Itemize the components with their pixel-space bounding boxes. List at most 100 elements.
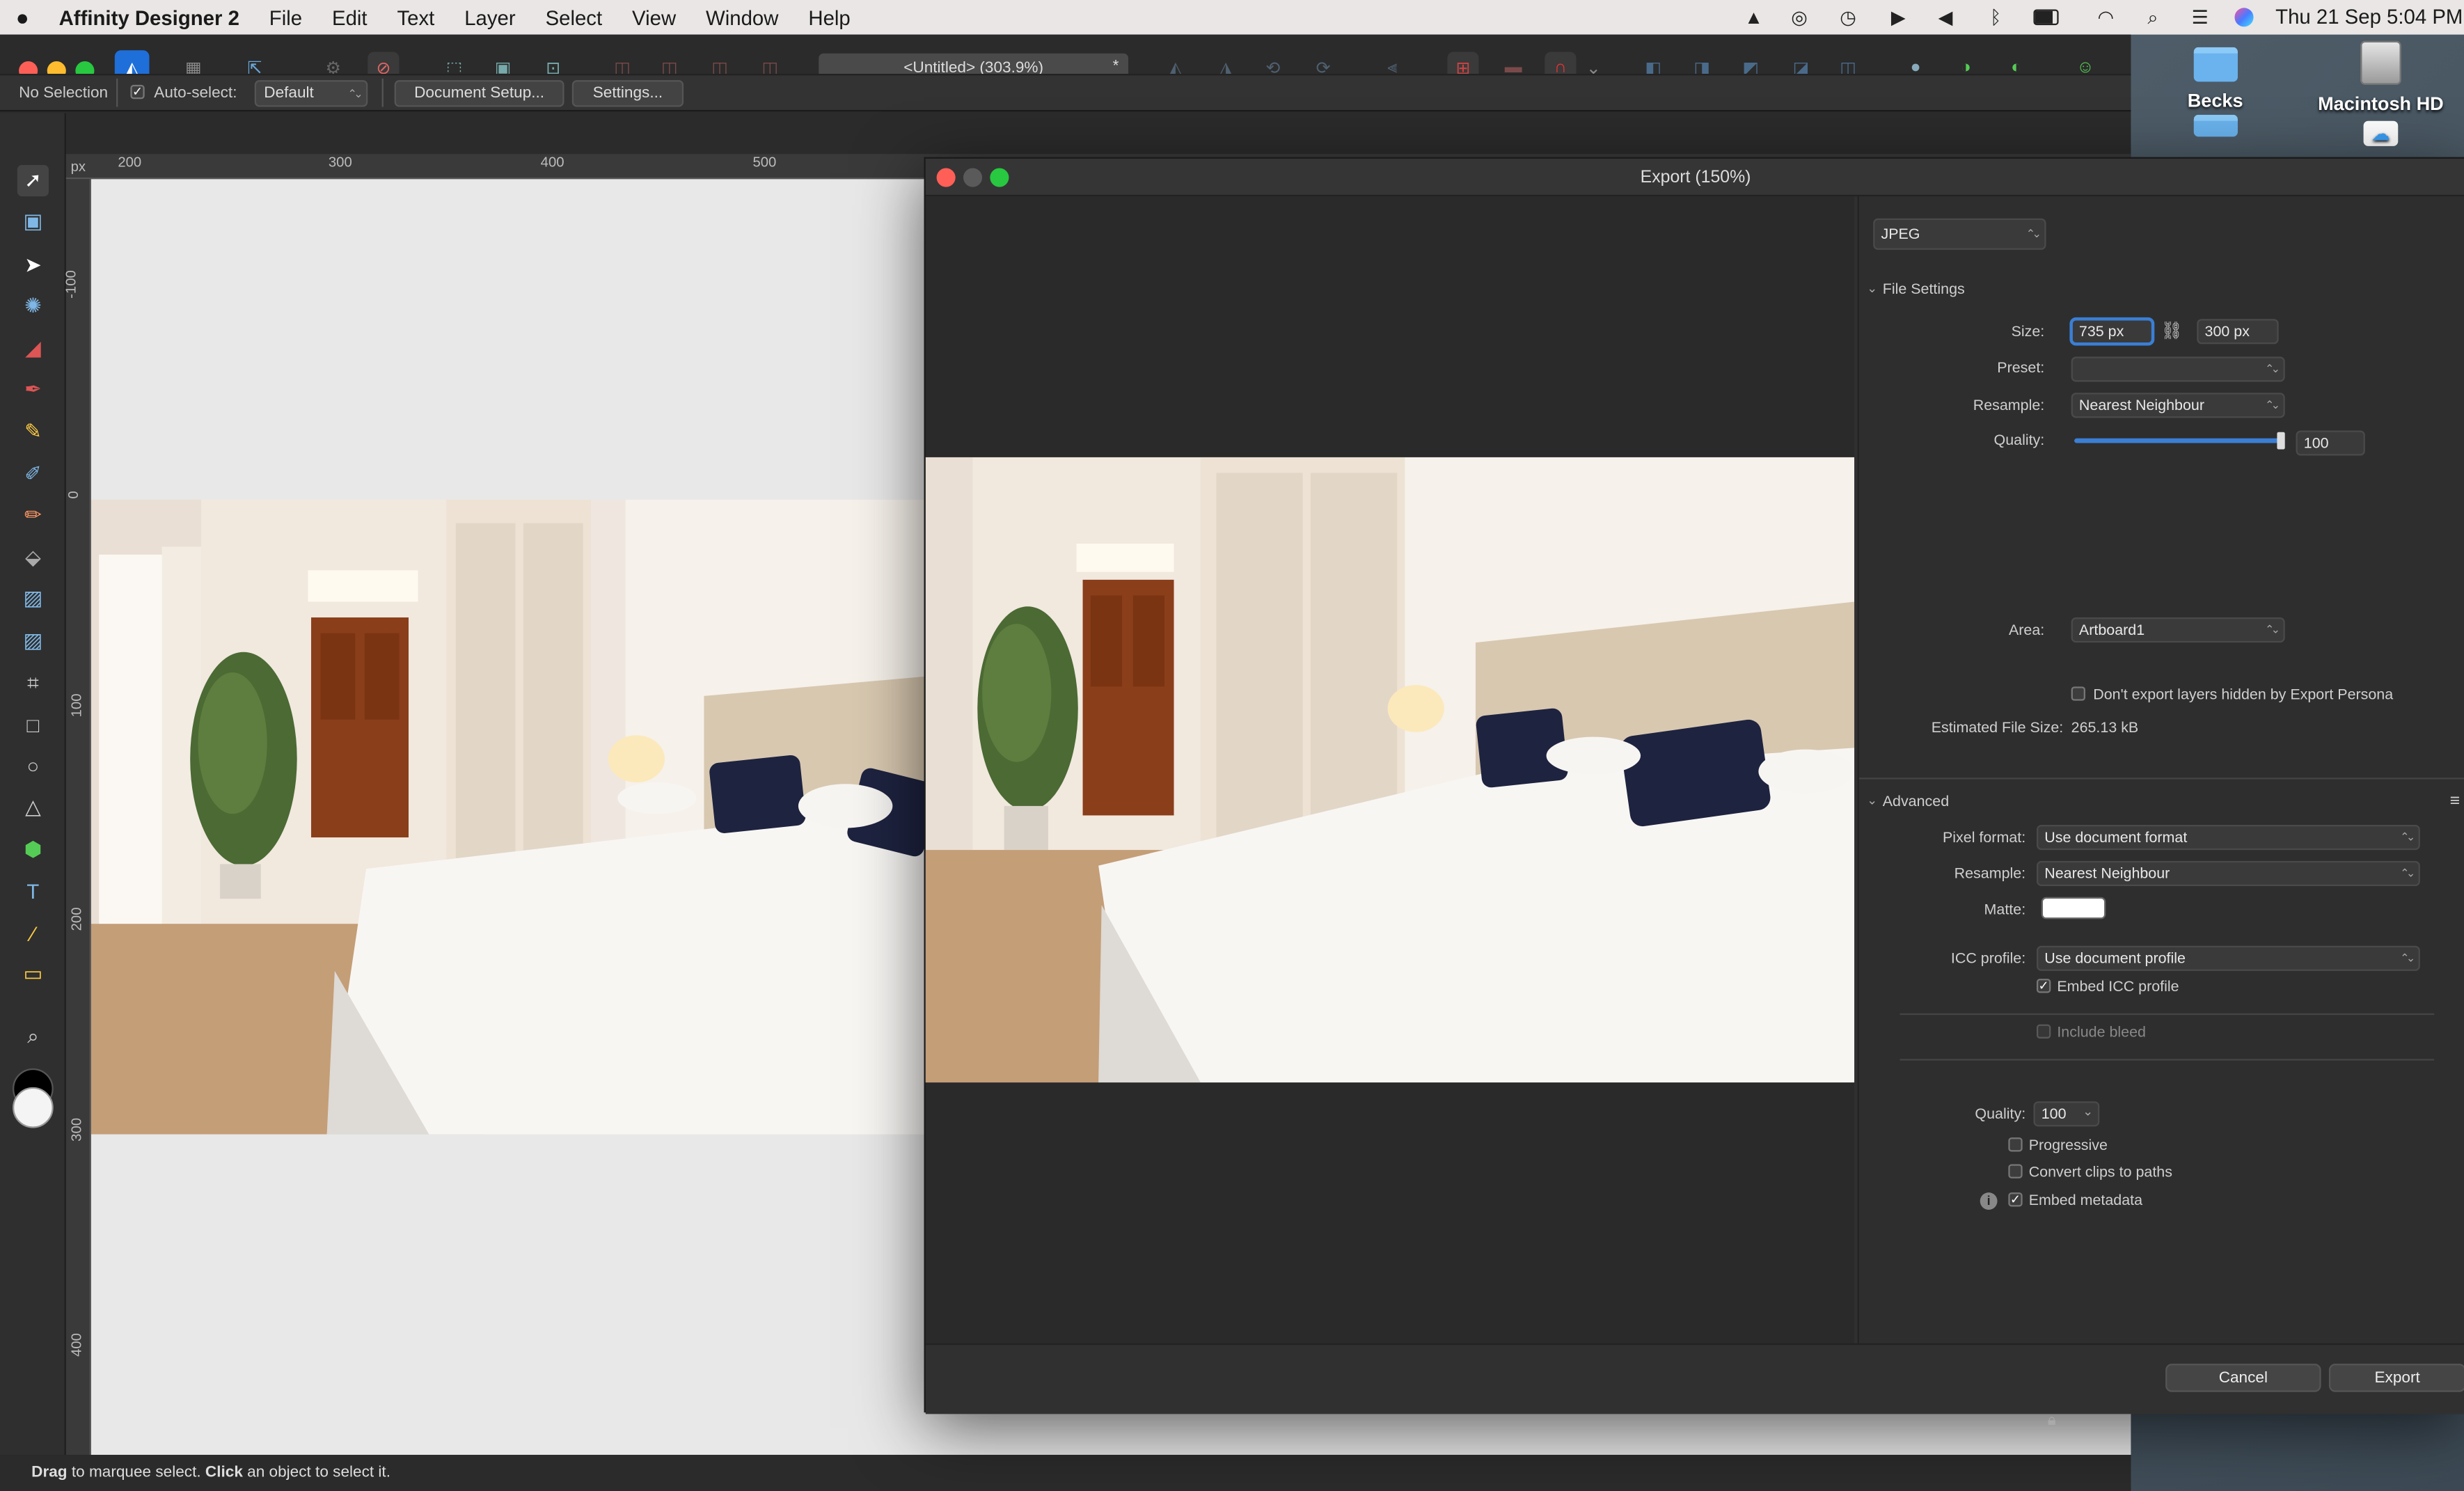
convert-clips-checkbox[interactable] (2008, 1164, 2023, 1178)
node-tool-icon[interactable]: ➤ (17, 250, 49, 281)
time-machine-icon[interactable]: ◷ (1835, 5, 1861, 30)
desktop-drive-macintosh-hd[interactable]: Macintosh HD ☁ (2318, 40, 2444, 146)
pixel-format-dropdown[interactable]: Use document format (2036, 824, 2420, 851)
zoom-dialog-button[interactable] (990, 168, 1009, 187)
apple-menu-icon[interactable]: ● (16, 5, 29, 30)
advanced-quality-input[interactable]: 100 ⌄ (2033, 1101, 2100, 1127)
triangle-tool-icon[interactable]: △ (17, 792, 49, 823)
matte-color-swatch[interactable] (2041, 897, 2106, 920)
auto-select-checkbox[interactable]: ✓ (130, 84, 145, 100)
ruler-tick: 300 (68, 1117, 84, 1142)
progressive-checkbox[interactable] (2008, 1137, 2023, 1152)
menu-help[interactable]: Help (808, 6, 850, 29)
cancel-button[interactable]: Cancel (2165, 1364, 2321, 1392)
affinity-status-icon[interactable]: ▲ (1742, 5, 1767, 30)
color-picker-tool-icon[interactable]: ⁄ (17, 917, 49, 949)
place-image-tool-icon[interactable]: ▨ (17, 625, 49, 656)
menu-text[interactable]: Text (397, 6, 434, 29)
menu-edit[interactable]: Edit (332, 6, 368, 29)
rectangle-tool-icon[interactable]: □ (17, 709, 49, 740)
menu-select[interactable]: Select (546, 6, 603, 29)
auto-select-label: Auto-select: (154, 84, 237, 102)
pixel-brush-tool-icon[interactable]: ✐ (17, 459, 49, 490)
resample-dropdown[interactable]: Nearest Neighbour (2071, 393, 2285, 418)
ellipse-tool-icon[interactable]: ○ (17, 750, 49, 781)
area-dropdown[interactable]: Artboard1 (2071, 617, 2285, 643)
desktop-folder-becks[interactable]: Becks (2188, 47, 2243, 137)
status-click: Click (205, 1464, 243, 1482)
info-icon[interactable]: i (1980, 1192, 1998, 1210)
text-tool-icon[interactable]: T (17, 875, 49, 906)
menu-view[interactable]: View (632, 6, 676, 29)
divider (381, 78, 384, 107)
vertical-ruler: -100 0 100 200 300 400 (63, 179, 91, 1456)
corner-tool-icon[interactable]: ✺ (17, 291, 49, 322)
menu-window[interactable]: Window (706, 6, 778, 29)
embed-icc-checkbox[interactable]: ✓ (2036, 979, 2051, 993)
transparency-tool-icon[interactable]: ▨ (17, 583, 49, 614)
battery-icon[interactable] (2033, 5, 2059, 30)
paint-brush-tool-icon[interactable]: ✏ (17, 500, 49, 531)
bluetooth-icon[interactable]: ᛒ (1983, 5, 2008, 30)
advanced-resample-dropdown[interactable]: Nearest Neighbour (2036, 860, 2420, 887)
crop-tool-icon[interactable]: ⌗ (17, 668, 49, 699)
siri-icon[interactable] (2232, 5, 2257, 30)
export-button[interactable]: Export (2328, 1364, 2464, 1392)
app-menu[interactable]: Affinity Designer 2 (59, 6, 239, 29)
width-input[interactable]: 735 px (2071, 319, 2154, 345)
wifi-icon[interactable]: ◠ (2093, 5, 2118, 30)
bedroom-photo[interactable] (90, 499, 972, 1135)
settings-button[interactable]: Settings... (571, 80, 684, 107)
format-dropdown[interactable]: JPEG (1873, 218, 2046, 250)
chevron-down-icon[interactable]: ⌄ (1867, 794, 1877, 807)
menu-file[interactable]: File (269, 6, 302, 29)
ruler-tick: -100 (63, 270, 79, 299)
document-setup-button[interactable]: Document Setup... (394, 80, 564, 107)
include-bleed-checkbox[interactable] (2036, 1024, 2051, 1039)
volume-icon[interactable]: ◀ (1933, 5, 1958, 30)
progressive-label: Progressive (2028, 1137, 2108, 1155)
ruler-tick: 200 (118, 154, 142, 170)
minimize-dialog-button[interactable] (963, 168, 983, 187)
search-icon[interactable]: ⌕ (2140, 5, 2165, 30)
advanced-quality-value: 100 (2041, 1105, 2067, 1123)
auto-select-mode-dropdown[interactable]: Default (254, 80, 368, 107)
lock-icon[interactable]: 🔒︎ (2048, 1412, 2056, 1430)
advanced-header[interactable]: Advanced (1883, 794, 1949, 811)
hidden-layers-checkbox[interactable] (2071, 686, 2085, 701)
quality-input[interactable]: 100 (2296, 430, 2365, 456)
shape-tool-icon[interactable]: ⬢ (17, 835, 49, 866)
zoom-tool-icon[interactable]: ⌕ (17, 1021, 49, 1052)
control-center-icon[interactable]: ☰ (2188, 5, 2213, 30)
height-input[interactable]: 300 px (2197, 319, 2279, 345)
artboard-tool-icon[interactable]: ▣ (17, 206, 49, 237)
embed-metadata-checkbox[interactable]: ✓ (2008, 1192, 2023, 1207)
preset-dropdown[interactable] (2071, 356, 2285, 382)
embed-metadata-label: Embed metadata (2028, 1192, 2143, 1210)
chevron-down-icon[interactable]: ⌄ (1867, 281, 1877, 295)
quality-label: Quality: (1993, 432, 2045, 450)
fill-color-swatch[interactable] (13, 1087, 54, 1128)
airdrop-icon[interactable]: ◎ (1787, 5, 1812, 30)
vector-brush-tool-icon[interactable]: ✎ (17, 416, 49, 448)
pen-tool-icon[interactable]: ✒ (17, 374, 49, 405)
status-bar: Drag to marquee select. Click an object … (0, 1455, 2131, 1491)
status-drag-text: to marquee select. (67, 1464, 205, 1482)
move-tool-icon[interactable]: ➚ (17, 164, 49, 197)
folder-icon (2193, 114, 2238, 137)
context-toolbar: No Selection ✓ Auto-select: Default Docu… (0, 74, 2131, 112)
panel-menu-icon[interactable]: ≡ (2450, 792, 2460, 811)
close-dialog-button[interactable] (936, 168, 956, 187)
fill-tool-icon[interactable]: ⬙ (17, 542, 49, 574)
quality-slider-thumb[interactable] (2277, 432, 2285, 450)
pencil-tool-icon[interactable]: ◢ (17, 333, 49, 365)
quality-slider[interactable] (2074, 432, 2285, 450)
play-icon[interactable]: ▶ (1886, 5, 1911, 30)
measure-tool-icon[interactable]: ▭ (17, 958, 49, 990)
file-settings-header[interactable]: File Settings (1883, 281, 1965, 299)
link-dimensions-icon[interactable]: ⛓ (2161, 320, 2183, 341)
menubar-clock[interactable]: Thu 21 Sep 5:04 PM (2275, 5, 2463, 29)
chevron-down-icon[interactable]: ⌄ (2083, 1105, 2093, 1119)
menu-layer[interactable]: Layer (464, 6, 515, 29)
icc-profile-dropdown[interactable]: Use document profile (2036, 945, 2420, 971)
